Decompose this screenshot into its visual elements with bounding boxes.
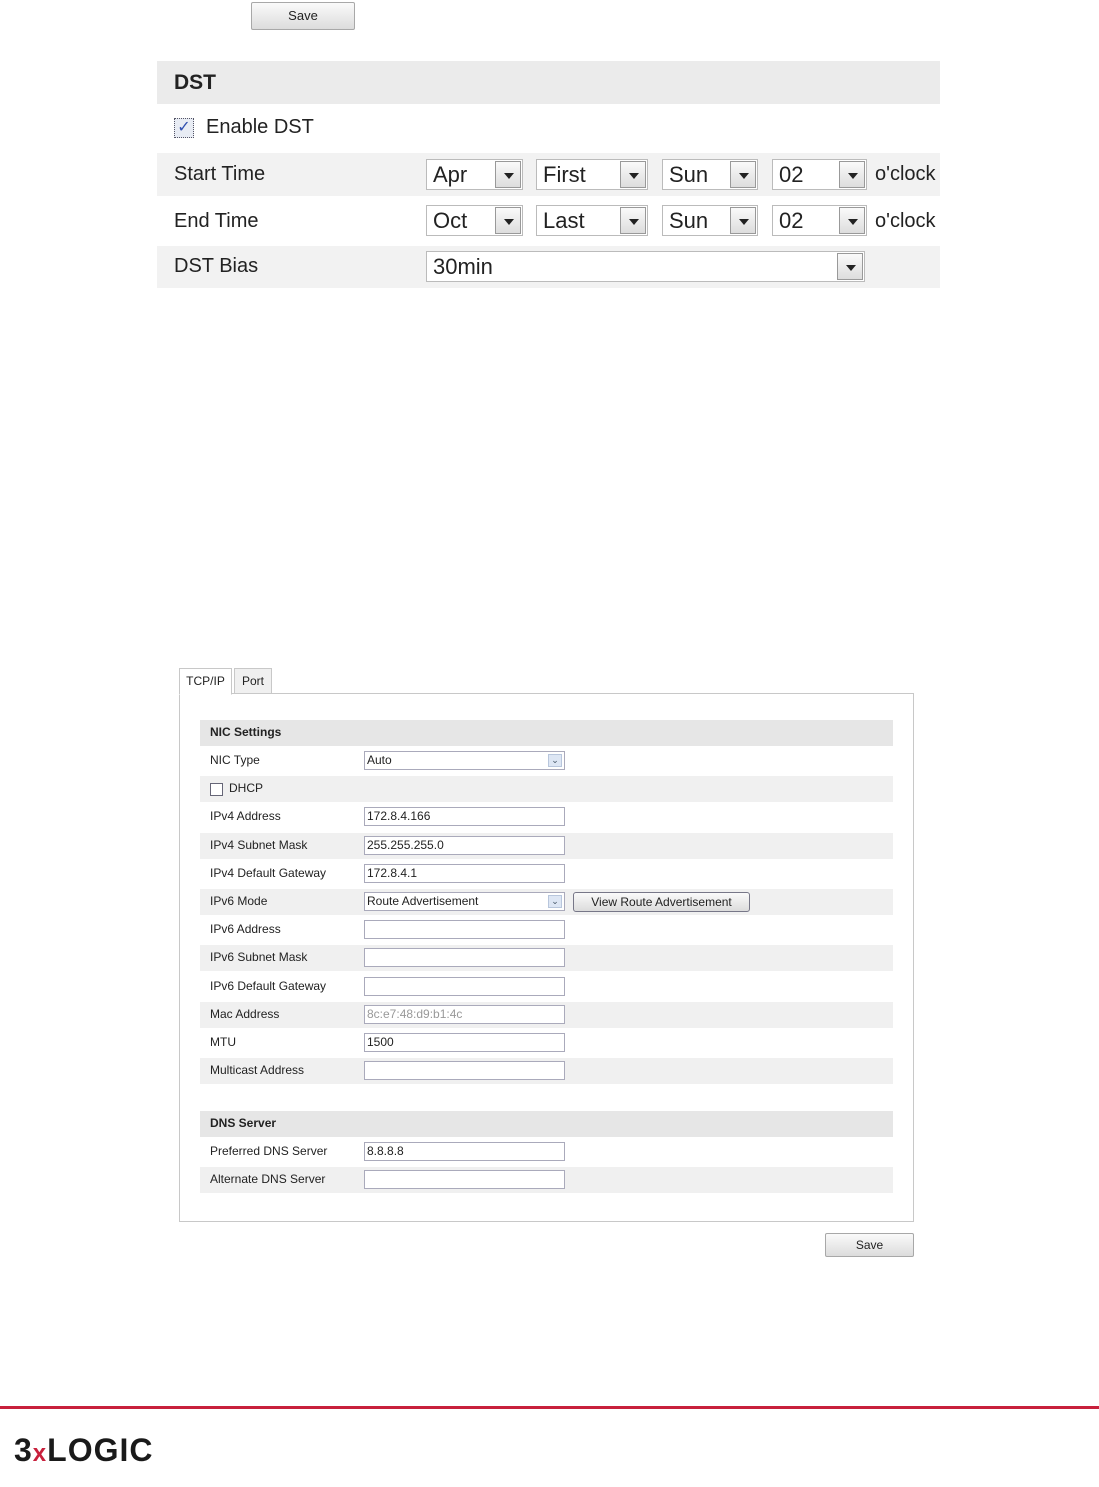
- row-mac-address: Mac Address 8c:e7:48:d9:b1:4c: [200, 1001, 893, 1028]
- mac-address-input: 8c:e7:48:d9:b1:4c: [364, 1004, 565, 1024]
- dst-title: DST: [174, 71, 216, 94]
- start-day-value: Sun: [669, 162, 709, 187]
- ipv4-default-gateway-input[interactable]: 172.8.4.1: [364, 863, 565, 883]
- dhcp-checkbox[interactable]: [210, 783, 223, 797]
- ipv4-subnet-mask-label: IPv4 Subnet Mask: [210, 837, 308, 852]
- end-month-select[interactable]: Oct: [426, 205, 523, 236]
- nic-type-select[interactable]: Auto ⌄: [364, 751, 565, 770]
- end-day-select[interactable]: Sun: [662, 205, 758, 236]
- dns-server-title: DNS Server: [210, 1116, 277, 1130]
- ipv6-default-gateway-input[interactable]: [364, 976, 565, 996]
- dst-header: DST: [157, 61, 940, 104]
- 3xlogic-logo: 3xLOGIC: [14, 1432, 154, 1468]
- row-nic-type: NIC Type Auto ⌄: [200, 748, 893, 774]
- row-ipv4-address: IPv4 Address 172.8.4.166: [200, 804, 893, 830]
- end-oclock-label: o'clock: [875, 210, 936, 232]
- chevron-down-icon: [495, 161, 521, 188]
- start-week-value: First: [543, 162, 586, 187]
- dst-save-button[interactable]: Save: [251, 2, 355, 30]
- end-week-select[interactable]: Last: [536, 205, 648, 236]
- start-hour-value: 02: [779, 162, 804, 187]
- ipv6-subnet-mask-label: IPv6 Subnet Mask: [210, 950, 308, 965]
- end-day-value: Sun: [669, 208, 709, 233]
- nic-type-label: NIC Type: [210, 753, 260, 767]
- start-time-label: Start Time: [174, 163, 266, 185]
- row-ipv6-default-gateway: IPv6 Default Gateway: [200, 974, 893, 1000]
- chevron-down-icon: [730, 161, 756, 188]
- dst-bias-select[interactable]: 30min: [426, 251, 865, 282]
- mtu-input[interactable]: 1500: [364, 1033, 565, 1052]
- network-save-button[interactable]: Save: [825, 1233, 914, 1257]
- mtu-label: MTU: [210, 1035, 236, 1049]
- tab-tcpip[interactable]: TCP/IP: [179, 668, 232, 695]
- row-ipv6-address: IPv6 Address: [200, 917, 893, 943]
- dst-bias-label: DST Bias: [174, 255, 259, 277]
- start-hour-select[interactable]: 02: [772, 159, 867, 190]
- ipv6-subnet-mask-input[interactable]: [364, 948, 565, 968]
- ipv4-address-input[interactable]: 172.8.4.166: [364, 807, 565, 827]
- chevron-down-icon: [839, 207, 865, 234]
- row-dhcp: DHCP: [200, 776, 893, 803]
- row-ipv4-subnet-mask: IPv4 Subnet Mask 255.255.255.0: [200, 832, 893, 859]
- ipv6-address-input[interactable]: [364, 920, 565, 940]
- preferred-dns-server-label: Preferred DNS Server: [210, 1144, 328, 1158]
- start-week-select[interactable]: First: [536, 159, 648, 190]
- multicast-address-input[interactable]: [364, 1061, 565, 1081]
- mac-address-label: Mac Address: [210, 1006, 280, 1021]
- nic-type-value: Auto: [367, 753, 392, 767]
- view-route-advertisement-button[interactable]: View Route Advertisement: [573, 892, 750, 912]
- end-month-value: Oct: [433, 208, 468, 233]
- footer-divider: [0, 1406, 1099, 1409]
- row-alternate-dns-server: Alternate DNS Server: [200, 1167, 893, 1194]
- ipv4-address-label: IPv4 Address: [210, 809, 281, 824]
- alternate-dns-server-label: Alternate DNS Server: [210, 1172, 326, 1187]
- chevron-down-icon: [620, 207, 646, 234]
- row-ipv4-default-gateway: IPv4 Default Gateway 172.8.4.1: [200, 861, 893, 887]
- chevron-down-icon: ⌄: [548, 754, 562, 767]
- start-month-select[interactable]: Apr: [426, 159, 523, 190]
- chevron-down-icon: ⌄: [548, 895, 562, 908]
- nic-settings-title: NIC Settings: [210, 725, 282, 739]
- ipv6-mode-label: IPv6 Mode: [210, 894, 268, 908]
- nic-settings-header: NIC Settings: [200, 720, 893, 746]
- ipv4-subnet-mask-input[interactable]: 255.255.255.0: [364, 835, 565, 855]
- chevron-down-icon: [495, 207, 521, 234]
- start-month-value: Apr: [433, 162, 468, 187]
- start-day-select[interactable]: Sun: [662, 159, 758, 190]
- ipv4-default-gateway-label: IPv4 Default Gateway: [210, 865, 327, 880]
- alternate-dns-server-input[interactable]: [364, 1170, 565, 1190]
- tab-port[interactable]: Port: [234, 668, 272, 694]
- enable-dst-checkbox[interactable]: ✓: [174, 118, 194, 138]
- start-oclock-label: o'clock: [875, 163, 936, 185]
- chevron-down-icon: [620, 161, 646, 188]
- end-hour-select[interactable]: 02: [772, 205, 867, 236]
- ipv6-default-gateway-label: IPv6 Default Gateway: [210, 978, 327, 993]
- multicast-address-label: Multicast Address: [210, 1063, 305, 1078]
- end-time-label: End Time: [174, 210, 259, 232]
- dhcp-label: DHCP: [229, 781, 264, 796]
- ipv6-mode-value: Route Advertisement: [367, 894, 479, 908]
- row-ipv6-subnet-mask: IPv6 Subnet Mask: [200, 945, 893, 972]
- chevron-down-icon: [837, 253, 863, 280]
- row-ipv6-mode: IPv6 Mode Route Advertisement ⌄ View Route …: [200, 889, 893, 915]
- row-multicast-address: Multicast Address: [200, 1058, 893, 1085]
- row-mtu: MTU 1500: [200, 1030, 893, 1056]
- end-hour-value: 02: [779, 208, 804, 233]
- ipv6-mode-select[interactable]: Route Advertisement ⌄: [364, 892, 565, 911]
- preferred-dns-server-input[interactable]: 8.8.8.8: [364, 1142, 565, 1161]
- dst-bias-value: 30min: [433, 254, 493, 279]
- row-preferred-dns-server: Preferred DNS Server 8.8.8.8: [200, 1139, 893, 1165]
- end-week-value: Last: [543, 208, 585, 233]
- dns-server-header: DNS Server: [200, 1111, 893, 1137]
- enable-dst-label: Enable DST: [206, 116, 314, 138]
- chevron-down-icon: [730, 207, 756, 234]
- ipv6-address-label: IPv6 Address: [210, 922, 281, 937]
- chevron-down-icon: [839, 161, 865, 188]
